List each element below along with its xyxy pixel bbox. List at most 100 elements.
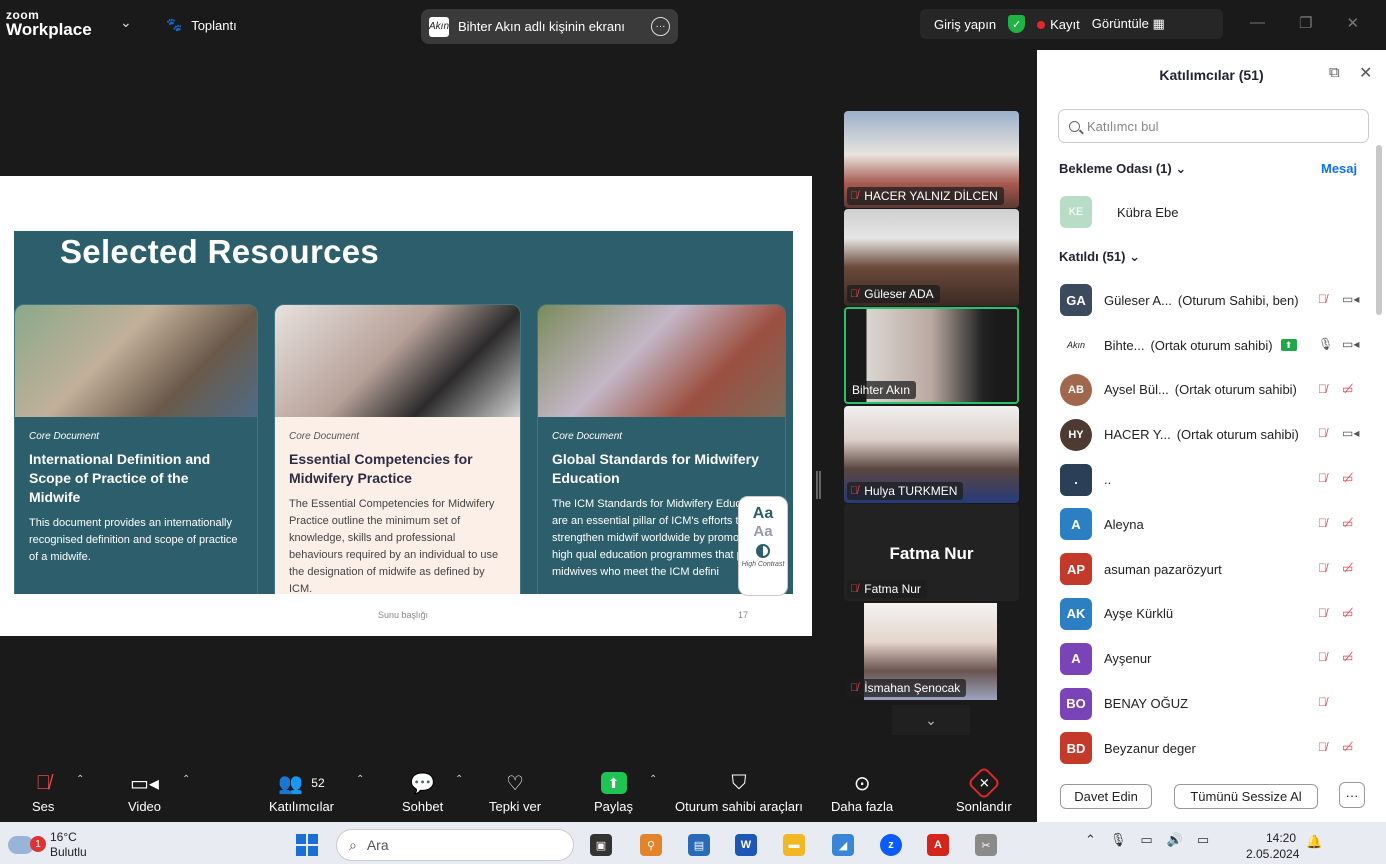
video-tile[interactable]: 🎙̸ HACER YALNIZ DİLCEN	[844, 111, 1019, 208]
mic-muted-icon[interactable]: 🎙̸	[1318, 606, 1327, 620]
microphone-icon[interactable]: 🎙	[1110, 832, 1127, 848]
video-off-icon[interactable]: ▭̸	[1342, 606, 1353, 620]
participant-row[interactable]: HY HACER Y... (Ortak oturum sahibi) 🎙̸ ▭◂	[1037, 412, 1375, 457]
mic-muted-icon[interactable]: 🎙̸	[1318, 292, 1327, 306]
share-options-caret[interactable]: ⌃	[649, 774, 657, 785]
card-title: Global Standards for Midwifery Education	[552, 451, 759, 486]
invite-button[interactable]: Davet Edin	[1060, 784, 1152, 809]
mic-muted-icon[interactable]: 🎙̸	[1318, 561, 1327, 575]
panel-scrollbar[interactable]	[1376, 145, 1382, 315]
weather-widget[interactable]: 1 16°C Bulutlu	[8, 830, 87, 860]
mic-muted-icon[interactable]: 🎙̸	[1318, 471, 1327, 485]
mute-all-button[interactable]: Tümünü Sessize Al	[1174, 784, 1318, 809]
joined-header[interactable]: Katıldı (51) ⌄	[1059, 249, 1140, 265]
participant-row[interactable]: AK Ayşe Kürklü 🎙̸ ▭̸	[1037, 592, 1375, 637]
participant-row[interactable]: AB Aysel Bül... (Ortak oturum sahibi) 🎙̸ ▭̸	[1037, 368, 1375, 413]
magnifier-icon[interactable]: ⚲	[640, 834, 662, 856]
participant-row[interactable]: BD Beyzanur deger 🎙̸ ▭̸	[1037, 726, 1375, 771]
more-options-icon[interactable]: ···	[651, 17, 670, 36]
chevron-down-icon[interactable]: ⌄	[120, 14, 132, 31]
video-tile-active-speaker[interactable]: Bihter Akın	[844, 307, 1019, 404]
photos-icon[interactable]: ◢	[832, 834, 854, 856]
record-button[interactable]: Kayıt	[1037, 17, 1080, 32]
video-off-icon[interactable]: ▭̸	[1342, 561, 1353, 575]
mic-muted-icon[interactable]: 🎙̸	[1318, 382, 1327, 396]
video-tile[interactable]: 🎙̸ İsmahan Şenocak	[844, 603, 1019, 700]
mic-muted-icon[interactable]: 🎙̸	[1318, 650, 1327, 664]
acrobat-icon[interactable]: A	[927, 834, 949, 856]
participant-row[interactable]: A Ayşenur 🎙̸ ▭̸	[1037, 636, 1375, 681]
participant-row[interactable]: AP asuman pazarözyurt 🎙̸ ▭̸	[1037, 547, 1375, 592]
resize-handle[interactable]	[816, 471, 821, 499]
snipping-tool-icon[interactable]: ✂	[975, 834, 997, 856]
participants-button[interactable]: 👥 52 Katılımcılar	[269, 770, 334, 815]
participant-search-input[interactable]: Katılımcı bul	[1058, 109, 1369, 143]
avatar: Akın	[1060, 329, 1092, 362]
video-off-icon[interactable]: ▭̸	[1342, 740, 1353, 754]
video-camera-icon[interactable]: ▭◂	[1342, 292, 1359, 306]
end-meeting-button[interactable]: ✕ Sonlandır	[956, 766, 1012, 814]
message-link[interactable]: Mesaj	[1321, 161, 1357, 176]
view-button[interactable]: Görüntüle ▦	[1092, 16, 1165, 32]
meeting-menu-button[interactable]: 🐾 Toplantı	[166, 17, 237, 33]
window-controls: — ❐ ✕	[1250, 14, 1359, 32]
reactions-button[interactable]: ♡ Tepki ver	[489, 770, 541, 815]
popout-icon[interactable]: ⧉	[1329, 64, 1340, 81]
mic-icon[interactable]: 🎙	[1318, 337, 1333, 351]
close-icon[interactable]: ✕	[1359, 63, 1372, 83]
share-screen-button[interactable]: ⬆ Paylaş	[594, 770, 633, 814]
notification-bell-icon[interactable]: 🔔	[1306, 834, 1322, 850]
video-tile[interactable]: 🎙̸ Hulya TURKMEN	[844, 406, 1019, 503]
more-options-button[interactable]: ···	[1339, 782, 1365, 808]
screen-share-status[interactable]: Akın Bihter Akın adlı kişinin ekranı ···	[421, 9, 678, 44]
signin-button[interactable]: Giriş yapın	[934, 17, 996, 32]
video-off-icon[interactable]: ▭̸	[1342, 382, 1353, 396]
participant-row[interactable]: BO BENAY OĞUZ 🎙̸	[1037, 681, 1375, 726]
video-options-caret[interactable]: ⌃	[182, 774, 190, 785]
meeting-toolbar: 🎙̸ Ses ⌃ ▭◂ Video ⌃ 👥 52 Katılımcılar ⌃ 💬…	[0, 758, 1036, 822]
video-off-icon[interactable]: ▭̸	[1342, 516, 1353, 530]
chat-options-caret[interactable]: ⌃	[455, 774, 463, 785]
video-button[interactable]: ▭◂ Video	[128, 770, 161, 815]
video-tile[interactable]: Fatma Nur 🎙̸ Fatma Nur	[844, 504, 1019, 601]
clock[interactable]: 14:20 2.05.2024	[1246, 830, 1299, 862]
host-tools-button[interactable]: ⛉ Oturum sahibi araçları	[675, 770, 803, 815]
volume-icon[interactable]: 🔊	[1167, 832, 1183, 848]
participant-row[interactable]: GA Güleser A... (Oturum Sahibi, ben) 🎙̸ ▭◂	[1037, 278, 1375, 323]
taskbar-search-input[interactable]: ⌕ Ara	[336, 829, 574, 861]
mic-muted-icon[interactable]: 🎙̸	[1318, 695, 1327, 709]
task-view-icon[interactable]: ▣	[590, 834, 612, 856]
scroll-tiles-down-button[interactable]: ⌄	[892, 705, 970, 735]
mic-muted-icon[interactable]: 🎙̸	[1318, 516, 1327, 530]
participant-row[interactable]: A Aleyna 🎙̸ ▭̸	[1037, 502, 1375, 547]
minimize-icon[interactable]: —	[1250, 14, 1265, 32]
battery-icon[interactable]: ▭	[1197, 832, 1209, 848]
participant-row[interactable]: Akın Bihte... (Ortak oturum sahibi) ⬆ 🎙 ▭◂	[1037, 323, 1375, 368]
windows-start-icon[interactable]	[296, 834, 318, 856]
network-icon[interactable]: ▭	[1140, 832, 1152, 848]
waiting-participant-row[interactable]: KE Kübra Ebe	[1060, 196, 1178, 228]
video-camera-icon[interactable]: ▭◂	[1342, 426, 1359, 440]
audio-options-caret[interactable]: ⌃	[76, 774, 84, 785]
chevron-up-icon[interactable]: ⌃	[1085, 832, 1096, 848]
video-camera-icon[interactable]: ▭◂	[1342, 337, 1359, 351]
close-icon[interactable]: ✕	[1346, 14, 1359, 32]
file-explorer-icon[interactable]: ▬	[783, 834, 805, 856]
video-tile[interactable]: 🎙̸ Güleser ADA	[844, 209, 1019, 306]
participants-options-caret[interactable]: ⌃	[356, 774, 364, 785]
chat-button[interactable]: 💬 Sohbet	[402, 770, 443, 815]
participant-row[interactable]: ... 🎙̸ ▭̸	[1037, 457, 1375, 502]
zoom-app-icon[interactable]: z	[880, 834, 902, 856]
waiting-room-header[interactable]: Bekleme Odası (1) ⌄	[1059, 161, 1186, 177]
shield-check-icon[interactable]: ✓	[1008, 15, 1026, 33]
mic-muted-icon[interactable]: 🎙̸	[1318, 740, 1327, 754]
app-window-icon[interactable]: ▤	[688, 834, 710, 856]
audio-button[interactable]: 🎙̸ Ses	[32, 770, 54, 815]
video-off-icon[interactable]: ▭̸	[1342, 650, 1353, 664]
more-button[interactable]: ⊙ Daha fazla	[831, 770, 893, 815]
tile-display-name: Fatma Nur	[889, 544, 974, 563]
video-off-icon[interactable]: ▭̸	[1342, 471, 1353, 485]
mic-muted-icon[interactable]: 🎙̸	[1318, 426, 1327, 440]
maximize-icon[interactable]: ❐	[1299, 14, 1312, 32]
word-icon[interactable]: W	[735, 834, 757, 856]
